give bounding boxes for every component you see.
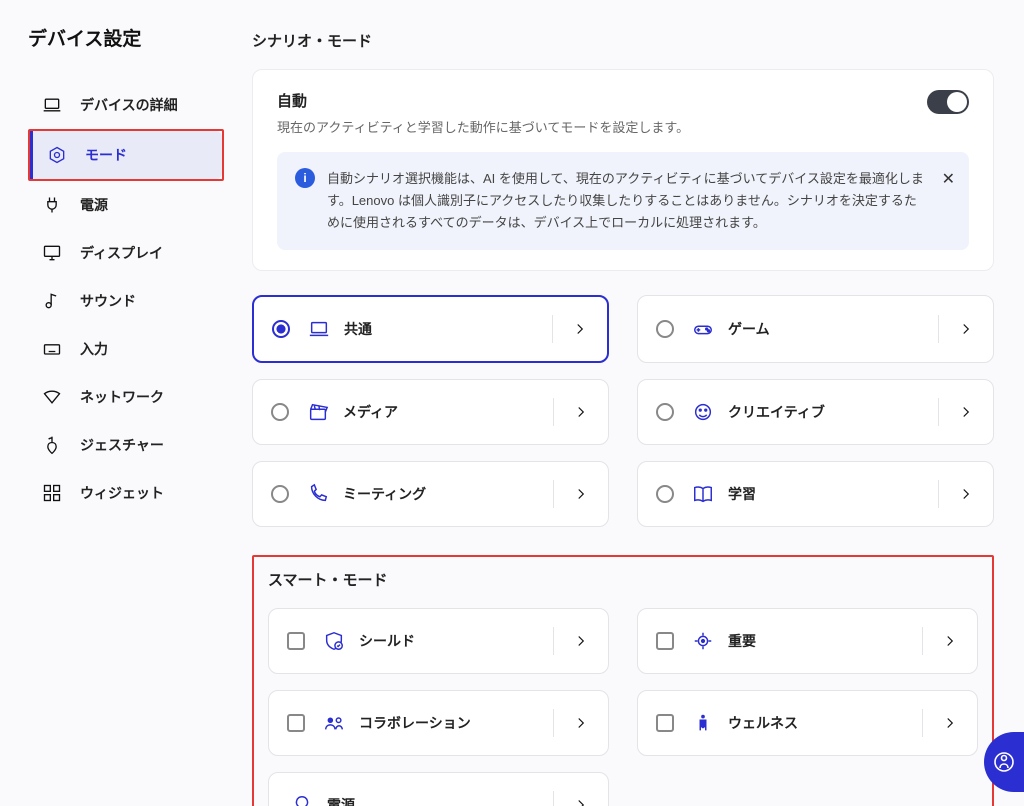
widget-icon	[42, 483, 62, 503]
mode-label: ミーティング	[343, 484, 426, 504]
mode-label: 重要	[728, 631, 756, 651]
sidebar-item-label: ウィジェット	[80, 483, 164, 503]
clapper-icon	[307, 401, 329, 423]
mode-label: コラボレーション	[359, 713, 471, 733]
sidebar-item-label: モード	[85, 145, 127, 165]
auto-header: 自動 現在のアクティビティと学習した動作に基づいてモードを設定します。	[277, 90, 969, 136]
sidebar-item-device-details[interactable]: デバイスの詳細	[28, 81, 224, 129]
mode-card-common[interactable]: 共通	[252, 295, 609, 363]
radio-icon	[656, 320, 674, 338]
mode-label: メディア	[343, 402, 398, 422]
bulb-icon	[291, 794, 313, 806]
mode-label: 電源	[327, 795, 355, 806]
chevron-right-icon[interactable]	[938, 398, 975, 426]
shield-icon	[323, 630, 345, 652]
focus-icon	[692, 630, 714, 652]
radio-icon	[656, 485, 674, 503]
mode-icon	[47, 145, 67, 165]
sidebar-item-gesture[interactable]: ジェスチャー	[28, 421, 224, 469]
checkbox-icon	[656, 632, 674, 650]
radio-icon	[271, 403, 289, 421]
sidebar-title: デバイス設定	[28, 24, 224, 51]
mode-label: クリエイティブ	[728, 402, 825, 422]
chevron-right-icon[interactable]	[553, 709, 590, 737]
auto-subtitle: 現在のアクティビティと学習した動作に基づいてモードを設定します。	[277, 117, 689, 136]
chevron-right-icon[interactable]	[922, 627, 959, 655]
mode-card-creative[interactable]: クリエイティブ	[637, 379, 994, 445]
plug-icon	[42, 195, 62, 215]
sidebar-item-widget[interactable]: ウィジェット	[28, 469, 224, 517]
sidebar-item-input[interactable]: 入力	[28, 325, 224, 373]
smart-card-important[interactable]: 重要	[637, 608, 978, 674]
highlight-smart-mode: スマート・モード シールド 重要 コラボレーション	[252, 555, 994, 806]
sidebar-item-power[interactable]: 電源	[28, 181, 224, 229]
chevron-right-icon[interactable]	[938, 315, 975, 343]
smart-mode-grid: シールド 重要 コラボレーション ウェルネス	[268, 608, 978, 806]
monitor-icon	[42, 243, 62, 263]
highlight-mode-nav: モード	[28, 129, 224, 181]
radio-selected-icon	[272, 320, 290, 338]
info-icon: i	[295, 168, 315, 188]
scenario-mode-title: シナリオ・モード	[252, 30, 994, 51]
laptop-icon	[42, 95, 62, 115]
keyboard-icon	[42, 339, 62, 359]
wellness-icon	[692, 712, 714, 734]
mode-label: 学習	[728, 484, 756, 504]
auto-title: 自動	[277, 90, 689, 111]
smart-card-collaboration[interactable]: コラボレーション	[268, 690, 609, 756]
book-icon	[692, 483, 714, 505]
chevron-right-icon[interactable]	[552, 315, 589, 343]
mode-card-media[interactable]: メディア	[252, 379, 609, 445]
gesture-icon	[42, 435, 62, 455]
collaboration-icon	[323, 712, 345, 734]
mode-label: 共通	[344, 319, 372, 339]
chevron-right-icon[interactable]	[553, 627, 590, 655]
music-note-icon	[42, 291, 62, 311]
mode-label: シールド	[359, 631, 415, 651]
chevron-right-icon[interactable]	[938, 480, 975, 508]
checkbox-icon	[287, 632, 305, 650]
close-icon[interactable]: ✕	[942, 166, 955, 193]
sidebar-item-label: ネットワーク	[80, 387, 164, 407]
sidebar-item-label: サウンド	[80, 291, 136, 311]
scenario-mode-grid: 共通 ゲーム メディア クリエイティブ ミーティング	[252, 295, 994, 527]
phone-icon	[307, 483, 329, 505]
sidebar-item-sound[interactable]: サウンド	[28, 277, 224, 325]
info-text: 自動シナリオ選択機能は、AI を使用して、現在のアクティビティに基づいてデバイス…	[327, 171, 924, 230]
auto-toggle[interactable]	[927, 90, 969, 114]
sidebar-item-label: デバイスの詳細	[80, 95, 178, 115]
mode-card-study[interactable]: 学習	[637, 461, 994, 527]
sidebar-item-network[interactable]: ネットワーク	[28, 373, 224, 421]
wifi-icon	[42, 387, 62, 407]
laptop-icon	[308, 318, 330, 340]
checkbox-icon	[287, 714, 305, 732]
creative-icon	[692, 401, 714, 423]
main-content: シナリオ・モード 自動 現在のアクティビティと学習した動作に基づいてモードを設定…	[240, 0, 1024, 806]
auto-info-box: i 自動シナリオ選択機能は、AI を使用して、現在のアクティビティに基づいてデバ…	[277, 152, 969, 250]
smart-card-wellness[interactable]: ウェルネス	[637, 690, 978, 756]
mode-label: ゲーム	[728, 319, 770, 339]
sidebar-item-label: ジェスチャー	[80, 435, 164, 455]
sidebar-item-mode[interactable]: モード	[30, 131, 222, 179]
chevron-right-icon[interactable]	[553, 480, 590, 508]
chevron-right-icon[interactable]	[922, 709, 959, 737]
auto-mode-card: 自動 現在のアクティビティと学習した動作に基づいてモードを設定します。 i 自動…	[252, 69, 994, 271]
radio-icon	[271, 485, 289, 503]
mode-card-meeting[interactable]: ミーティング	[252, 461, 609, 527]
sidebar-item-label: 入力	[80, 339, 108, 359]
sidebar-item-display[interactable]: ディスプレイ	[28, 229, 224, 277]
smart-card-shield[interactable]: シールド	[268, 608, 609, 674]
mode-label: ウェルネス	[728, 713, 798, 733]
sidebar: デバイス設定 デバイスの詳細 モード 電源 ディスプレイ サウンド 入力 ネット…	[0, 0, 240, 806]
sidebar-item-label: ディスプレイ	[80, 243, 163, 263]
chevron-right-icon[interactable]	[553, 791, 590, 806]
smart-mode-title: スマート・モード	[268, 569, 978, 590]
checkbox-icon	[656, 714, 674, 732]
smart-card-power[interactable]: 電源	[268, 772, 609, 806]
gamepad-icon	[692, 318, 714, 340]
chevron-right-icon[interactable]	[553, 398, 590, 426]
sidebar-item-label: 電源	[80, 195, 108, 215]
mode-card-game[interactable]: ゲーム	[637, 295, 994, 363]
radio-icon	[656, 403, 674, 421]
